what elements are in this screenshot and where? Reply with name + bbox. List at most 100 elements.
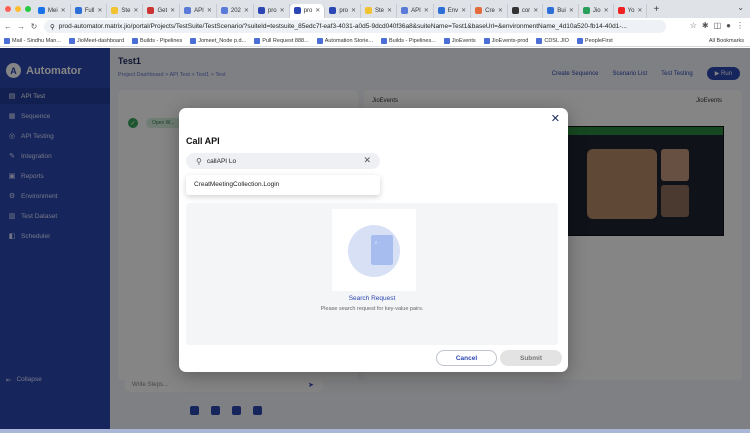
browser-tab[interactable]: Jio ✕ <box>579 3 614 18</box>
tab-label: Ste <box>375 7 385 14</box>
profile-icon[interactable]: ● <box>726 21 731 30</box>
clear-search-icon[interactable]: ✕ <box>363 155 371 166</box>
browser-tab[interactable]: Ste ✕ <box>107 3 144 18</box>
extensions-icon[interactable]: ✱ <box>702 21 709 30</box>
tab-close-icon[interactable]: ✕ <box>569 7 574 14</box>
all-bookmarks-folder[interactable]: All Bookmarks <box>709 38 744 44</box>
tab-close-icon[interactable]: ✕ <box>315 7 320 14</box>
tab-close-icon[interactable]: ✕ <box>133 7 138 14</box>
tab-favicon-icon <box>220 7 228 14</box>
bookmark-item[interactable]: CDSL JIO <box>536 37 569 44</box>
browser-tab[interactable]: pro ✕ <box>325 3 362 18</box>
bookmark-label: Jomeet_Node p.d... <box>198 37 247 44</box>
browser-tab[interactable]: cor ✕ <box>508 3 544 18</box>
bookmark-label: Builds - Pipelines... <box>389 37 436 44</box>
tab-label: Env <box>447 7 459 14</box>
browser-tab[interactable]: API ✕ <box>397 3 434 18</box>
bookmark-star-icon[interactable]: ☆ <box>690 21 697 30</box>
bookmark-item[interactable]: Pull Request 888... <box>254 37 309 44</box>
window-controls[interactable] <box>5 6 31 12</box>
reload-icon[interactable]: ↻ <box>29 22 39 31</box>
tab-search-icon[interactable]: ⌄ <box>737 3 744 12</box>
bookmark-item[interactable]: JioEvents <box>443 37 476 44</box>
close-icon[interactable]: ✕ <box>551 114 560 125</box>
bookmark-item[interactable]: Jomeet_Node p.d... <box>190 37 247 44</box>
bookmark-favicon-icon <box>381 37 388 44</box>
tab-favicon-icon <box>582 7 590 14</box>
browser-tab[interactable]: API ✕ <box>180 3 217 18</box>
back-icon[interactable]: ← <box>3 22 13 31</box>
cancel-button[interactable]: Cancel <box>436 350 497 366</box>
browser-tab[interactable]: pro ✕ <box>289 3 326 18</box>
url-input[interactable]: ⚲ prod-automator.matrix.jio/portal/Proje… <box>44 20 666 33</box>
tab-close-icon[interactable]: ✕ <box>207 7 212 14</box>
bookmark-item[interactable]: JioEvents-prod <box>483 37 528 44</box>
bookmark-favicon-icon <box>536 37 543 44</box>
tab-close-icon[interactable]: ✕ <box>61 7 66 14</box>
browser-tab[interactable]: Ste ✕ <box>361 3 398 18</box>
tab-label: Yo <box>627 7 635 14</box>
bookmark-label: Automation Storie... <box>324 37 374 44</box>
api-search-box: ⚲ ✕ <box>186 153 380 169</box>
tab-favicon-icon <box>511 7 519 14</box>
tab-label: Ste <box>121 7 131 14</box>
tab-close-icon[interactable]: ✕ <box>637 7 642 14</box>
tab-close-icon[interactable]: ✕ <box>97 7 102 14</box>
bookmark-label: JioMeet-dashboard <box>76 37 125 44</box>
url-text: prod-automator.matrix.jio/portal/Project… <box>58 23 627 30</box>
close-window-icon[interactable] <box>5 6 11 12</box>
tab-close-icon[interactable]: ✕ <box>170 7 175 14</box>
forward-icon[interactable]: → <box>16 22 26 31</box>
tab-label: Bui <box>557 7 566 14</box>
site-info-icon[interactable]: ⚲ <box>50 23 55 31</box>
tab-label: Cre <box>485 7 495 14</box>
os-dock <box>0 429 750 433</box>
bookmark-item[interactable]: JioMeet-dashboard <box>68 37 125 44</box>
tab-label: Full <box>84 7 95 14</box>
bookmark-item[interactable]: Builds - Pipelines <box>132 37 183 44</box>
bookmark-item[interactable]: Automation Storie... <box>316 37 374 44</box>
browser-tab[interactable]: Get ✕ <box>143 3 181 18</box>
bookmark-favicon-icon <box>4 37 10 44</box>
tab-close-icon[interactable]: ✕ <box>533 7 538 14</box>
api-search-input[interactable] <box>206 157 357 165</box>
tab-label: Mei <box>48 7 58 14</box>
tab-close-icon[interactable]: ✕ <box>461 7 466 14</box>
bookmark-item[interactable]: Mail - Sindhu Man... <box>4 37 61 44</box>
browser-tab[interactable]: Yo ✕ <box>614 3 648 18</box>
tab-close-icon[interactable]: ✕ <box>387 7 392 14</box>
tab-favicon-icon <box>111 7 119 14</box>
bookmark-favicon-icon <box>443 37 450 44</box>
browser-tab[interactable]: Env ✕ <box>434 3 472 18</box>
tab-close-icon[interactable]: ✕ <box>604 7 609 14</box>
tab-label: pro <box>267 7 277 14</box>
bookmark-label: Builds - Pipelines <box>140 37 183 44</box>
tab-close-icon[interactable]: ✕ <box>280 7 285 14</box>
browser-tab[interactable]: Bui ✕ <box>543 3 579 18</box>
suggestion-item[interactable]: CreatMeetingCollection.Login <box>194 181 279 188</box>
tab-favicon-icon <box>475 7 483 14</box>
search-suggestions: CreatMeetingCollection.Login <box>186 175 380 195</box>
sidepanel-icon[interactable]: ◫ <box>714 21 722 30</box>
browser-tab[interactable]: Full ✕ <box>71 3 108 18</box>
maximize-window-icon[interactable] <box>25 6 31 12</box>
tab-close-icon[interactable]: ✕ <box>351 7 356 14</box>
tab-favicon-icon <box>617 7 625 14</box>
menu-icon[interactable]: ⋮ <box>736 21 744 30</box>
bookmark-item[interactable]: Builds - Pipelines... <box>381 37 436 44</box>
tab-close-icon[interactable]: ✕ <box>498 7 503 14</box>
browser-tab[interactable]: Mei ✕ <box>34 3 71 18</box>
tab-close-icon[interactable]: ✕ <box>244 7 249 14</box>
minimize-window-icon[interactable] <box>15 6 21 12</box>
browser-tab[interactable]: pro ✕ <box>254 3 290 18</box>
browser-tab[interactable]: 202 ✕ <box>217 3 254 18</box>
tab-close-icon[interactable]: ✕ <box>424 7 429 14</box>
tab-label: pro <box>339 7 348 14</box>
submit-button[interactable]: Submit <box>500 350 562 366</box>
bookmark-item[interactable]: PeopleFirst <box>576 37 613 44</box>
bookmark-favicon-icon <box>132 37 139 44</box>
new-tab-button[interactable]: + <box>653 4 659 15</box>
tab-favicon-icon <box>401 7 409 14</box>
empty-state-subtitle: Please search request for key-value pair… <box>320 306 424 312</box>
browser-tab[interactable]: Cre ✕ <box>471 3 508 18</box>
